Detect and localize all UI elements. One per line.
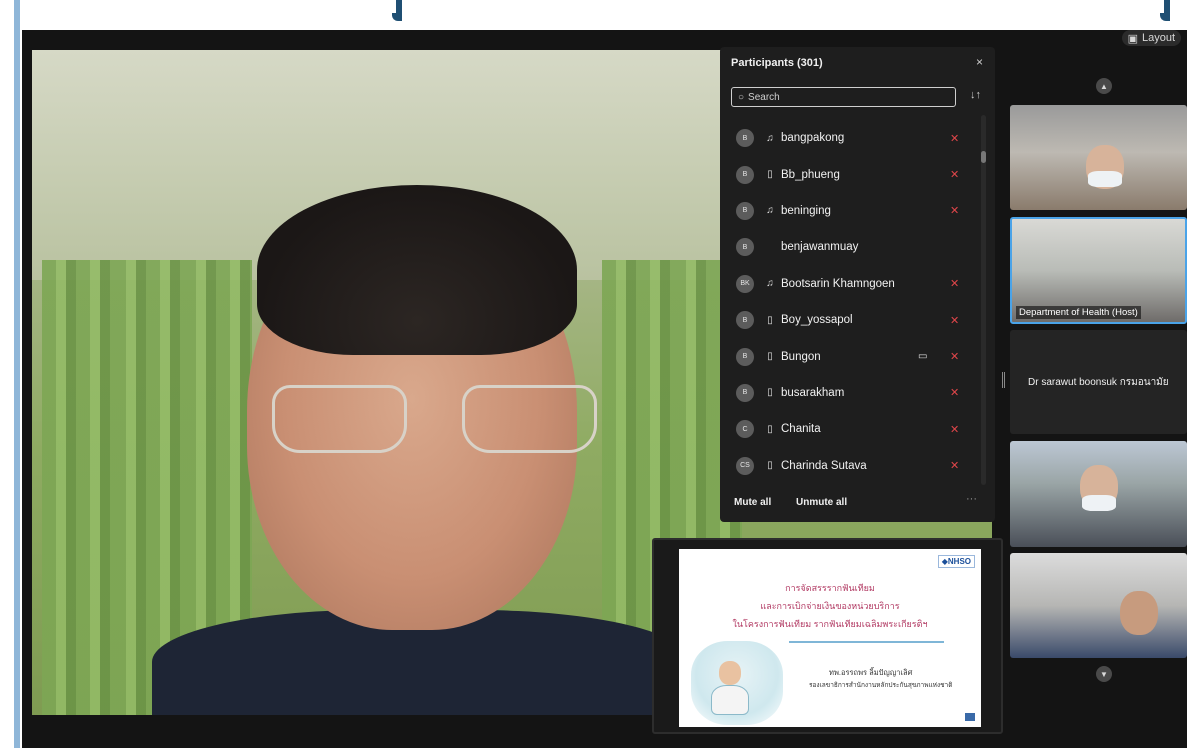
participant-row[interactable]: B ♫ bangpakong ✕: [720, 120, 980, 156]
phone-icon: ▯: [767, 460, 773, 472]
dentist-illustration-coat: [711, 685, 749, 715]
panel-resize-handle[interactable]: [1002, 372, 1005, 388]
participant-name: Charinda Sutava: [781, 459, 867, 472]
avatar: B: [736, 129, 754, 148]
participant-row[interactable]: C ▯ Chanita ✕: [720, 411, 980, 447]
avatar: B: [736, 238, 754, 257]
headset-icon: ♫: [766, 278, 774, 290]
scrollbar-thumb[interactable]: [981, 151, 986, 163]
avatar: BK: [736, 274, 754, 293]
unmute-all-button[interactable]: Unmute all: [796, 497, 847, 508]
mic-muted-icon[interactable]: ✕: [950, 386, 959, 399]
left-frame-bar: [0, 0, 22, 748]
mic-muted-icon[interactable]: ✕: [950, 277, 959, 290]
phone-icon: ▯: [767, 351, 773, 363]
participant-row[interactable]: B ▯ Bb_phueng ✕: [720, 156, 980, 192]
speaker-hair: [257, 185, 577, 355]
search-input[interactable]: ○ Search: [731, 87, 956, 107]
search-placeholder: Search: [748, 91, 780, 103]
face-mask: [1082, 495, 1116, 511]
mic-muted-icon[interactable]: ✕: [950, 423, 959, 436]
avatar: C: [736, 420, 754, 439]
presentation-slide: ◆NHSO การจัดสรรรากฟันเทียม และการเบิกจ่า…: [679, 549, 981, 727]
participant-name: bangpakong: [781, 132, 845, 145]
layout-button-label: Layout: [1141, 32, 1175, 44]
participant-name: benjawanmuay: [781, 241, 859, 254]
participant-row[interactable]: BK ♫ Bootsarin Khamngoen ✕: [720, 266, 980, 302]
phone-icon: ▯: [767, 314, 773, 326]
participant-row[interactable]: B ▯ Bungon ▭ ✕: [720, 338, 980, 374]
camera-icon[interactable]: ▭: [918, 351, 927, 362]
participant-row[interactable]: B ▯ Boy_yossapol ✕: [720, 302, 980, 338]
search-icon: ○: [738, 91, 745, 103]
participant-name: Bb_phueng: [781, 168, 840, 181]
phone-icon: ▯: [767, 423, 773, 435]
participants-panel: Participants (301) × ○ Search ↓↑ B ♫ ban…: [720, 47, 995, 522]
participant-name: Chanita: [781, 423, 821, 436]
face-mask: [1088, 171, 1122, 187]
host-label: Department of Health (Host): [1016, 306, 1141, 319]
shared-screen[interactable]: ◆NHSO การจัดสรรรากฟันเทียม และการเบิกจ่า…: [652, 538, 1003, 734]
dentist-illustration-head: [719, 661, 741, 685]
top-frame-mark-left: [392, 0, 402, 24]
mic-muted-icon[interactable]: ✕: [950, 314, 959, 327]
mute-all-button[interactable]: Mute all: [734, 497, 771, 508]
video-tile-host[interactable]: Department of Health (Host): [1010, 217, 1187, 324]
participant-name: busarakham: [781, 386, 845, 399]
participant-name: Bungon: [781, 350, 821, 363]
participant-name: Bootsarin Khamngoen: [781, 277, 895, 290]
mic-muted-icon[interactable]: ✕: [950, 204, 959, 217]
avatar: B: [736, 165, 754, 184]
participant-name: Boy_yossapol: [781, 314, 853, 327]
headset-icon: ♫: [766, 132, 774, 144]
participant-row[interactable]: B ▯ busarakham ✕: [720, 375, 980, 411]
video-tile-name-only[interactable]: Dr sarawut boonsuk กรมอนามัย: [1010, 330, 1187, 434]
close-icon[interactable]: ×: [976, 55, 983, 69]
mic-muted-icon[interactable]: ✕: [950, 132, 959, 145]
speaker-glasses: [272, 385, 602, 455]
avatar: B: [736, 311, 754, 330]
participant-list: B ♫ bangpakong ✕ B ▯ Bb_phueng ✕ B ♫ ben…: [720, 120, 980, 484]
video-tile[interactable]: [1010, 553, 1187, 658]
phone-icon: ▯: [767, 169, 773, 181]
chevron-down-icon[interactable]: ▼: [1096, 666, 1112, 682]
participant-scrollbar[interactable]: [981, 115, 986, 485]
video-tile[interactable]: [1010, 105, 1187, 210]
participant-row[interactable]: B ♫ beninging ✕: [720, 193, 980, 229]
slide-divider: [789, 641, 944, 643]
headset-icon: ♫: [766, 205, 774, 217]
meeting-window: ▣ Layout Participants (301) × ○ Search ↓…: [22, 30, 1187, 748]
curtain: [42, 260, 112, 715]
slide-title-line: การจัดสรรรากฟันเทียม: [785, 583, 875, 593]
avatar: B: [736, 347, 754, 366]
avatar: B: [736, 383, 754, 402]
participant-row[interactable]: CS ▯ Charinda Sutava ✕: [720, 448, 980, 484]
top-frame-mark-right: [1160, 0, 1170, 24]
slide-presenter-title: รองเลขาธิการสำนักงานหลักประกันสุขภาพแห่ง…: [809, 682, 953, 689]
slide-title-line: ในโครงการฟันเทียม รากฟันเทียมเฉลิมพระเกี…: [732, 619, 928, 629]
participant-face: [1120, 591, 1158, 635]
participant-name: beninging: [781, 204, 831, 217]
participant-row[interactable]: B benjawanmuay: [720, 229, 980, 265]
avatar: CS: [736, 456, 754, 475]
layout-icon: ▣: [1127, 32, 1138, 45]
mic-muted-icon[interactable]: ✕: [950, 350, 959, 363]
participant-tile-name: Dr sarawut boonsuk กรมอนามัย: [1028, 377, 1169, 388]
pen-icon[interactable]: [965, 713, 975, 721]
left-frame-stripe: [14, 0, 20, 748]
chevron-up-icon[interactable]: ▲: [1096, 78, 1112, 94]
more-options-icon[interactable]: ···: [966, 493, 977, 505]
nhso-logo: ◆NHSO: [937, 555, 975, 568]
slide-title-line: และการเบิกจ่ายเงินของหน่วยบริการ: [760, 601, 900, 611]
video-tile[interactable]: [1010, 441, 1187, 547]
sort-icon[interactable]: ↓↑: [970, 89, 981, 101]
mic-muted-icon[interactable]: ✕: [950, 459, 959, 472]
phone-icon: ▯: [767, 387, 773, 399]
layout-button[interactable]: ▣ Layout: [1121, 30, 1181, 46]
slide-presenter-name: ทพ.อรรถพร ลิ้มปัญญาเลิศ: [829, 668, 913, 677]
avatar: B: [736, 201, 754, 220]
mic-muted-icon[interactable]: ✕: [950, 168, 959, 181]
participants-title: Participants (301): [731, 57, 823, 69]
